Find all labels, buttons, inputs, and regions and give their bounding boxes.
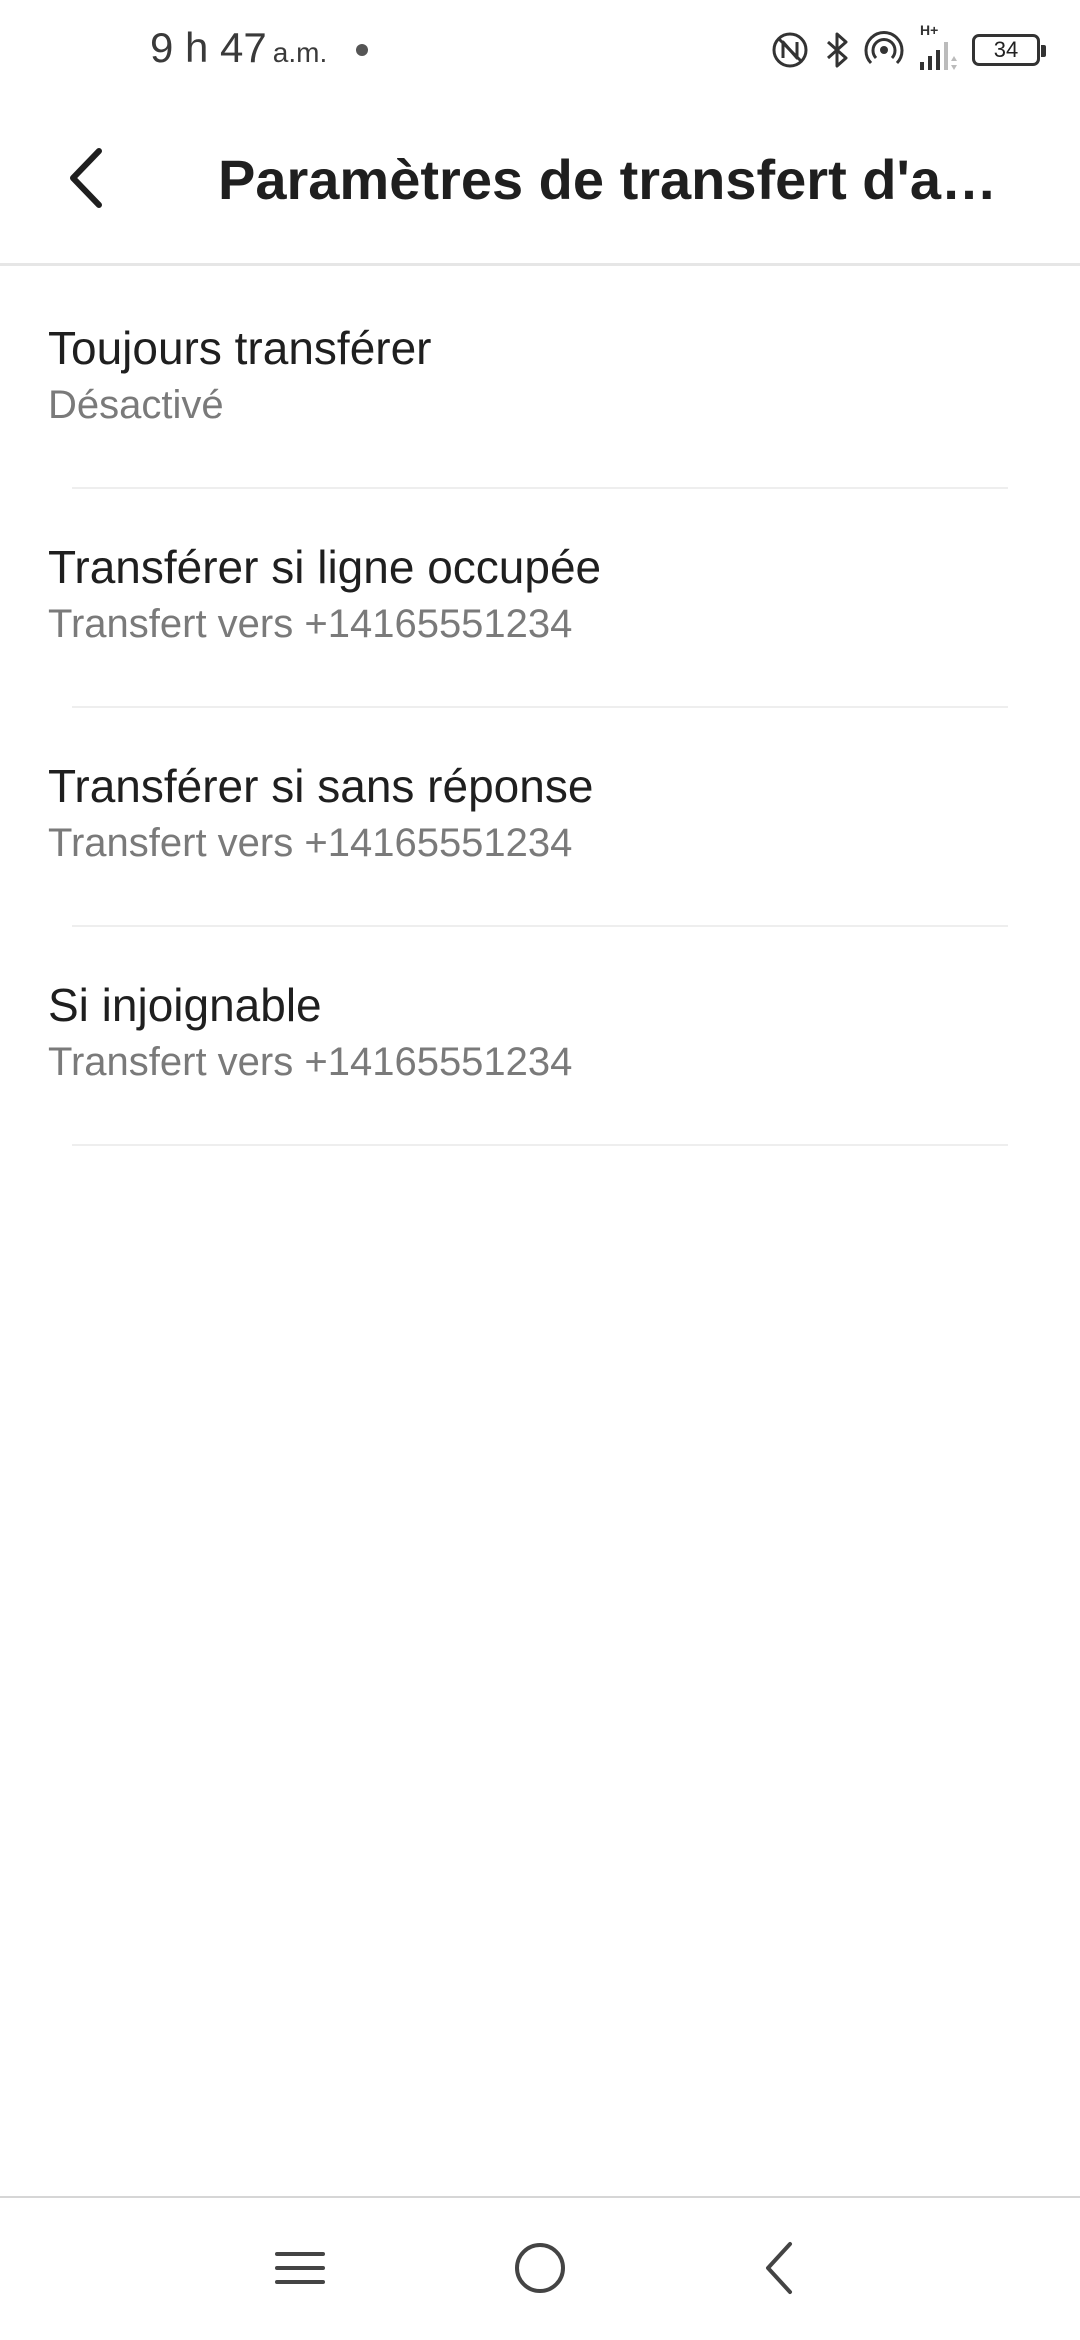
navigation-bar — [0, 2196, 1080, 2340]
item-subtitle: Transfert vers +14165551234 — [48, 821, 573, 865]
back-button[interactable] — [50, 144, 122, 216]
list-item-forward-when-unanswered[interactable]: Transférer si sans réponse Transfert ver… — [0, 708, 1080, 927]
item-subtitle: Transfert vers +14165551234 — [48, 602, 573, 646]
chevron-left-icon — [61, 143, 111, 218]
back-icon — [760, 2240, 800, 2301]
status-ampm: a.m. — [272, 37, 328, 68]
status-icons: H+ 34 — [770, 22, 1046, 76]
item-title: Transférer si ligne occupée — [48, 541, 602, 593]
item-title: Transférer si sans réponse — [48, 760, 594, 812]
item-subtitle: Désactivé — [48, 383, 224, 427]
list-item-forward-when-unreachable[interactable]: Si injoignable Transfert vers +141655512… — [0, 927, 1080, 1146]
status-time: 9 h 47 a.m. — [150, 24, 327, 72]
status-bar: 9 h 47 a.m. H+ 34 — [0, 0, 1080, 100]
nav-home-button[interactable] — [500, 2230, 580, 2310]
item-title: Toujours transférer — [48, 322, 432, 374]
item-subtitle: Transfert vers +14165551234 — [48, 1040, 573, 1084]
hotspot-icon — [864, 30, 904, 70]
battery-icon: 34 — [972, 34, 1046, 66]
home-icon — [512, 2240, 568, 2301]
bluetooth-icon — [822, 30, 852, 70]
page-title: Paramètres de transfert d'a… — [218, 148, 997, 211]
settings-list: Toujours transférer Désactivé Transférer… — [0, 270, 1080, 1146]
nfc-icon — [770, 30, 810, 70]
notification-dot — [356, 44, 368, 56]
menu-icon — [275, 2248, 325, 2293]
nav-menu-button[interactable] — [260, 2230, 340, 2310]
battery-level: 34 — [993, 37, 1019, 62]
signal-icon: H+ — [916, 22, 960, 74]
nav-back-button[interactable] — [740, 2230, 820, 2310]
list-item-forward-when-busy[interactable]: Transférer si ligne occupée Transfert ve… — [0, 489, 1080, 708]
screen: 9 h 47 a.m. H+ 34 Paramètres de transfer… — [0, 0, 1080, 2340]
list-item-always-forward[interactable]: Toujours transférer Désactivé — [0, 270, 1080, 489]
item-title: Si injoignable — [48, 979, 322, 1031]
status-time-value: 9 h 47 — [150, 24, 267, 71]
app-bar: Paramètres de transfert d'a… — [0, 100, 1080, 266]
